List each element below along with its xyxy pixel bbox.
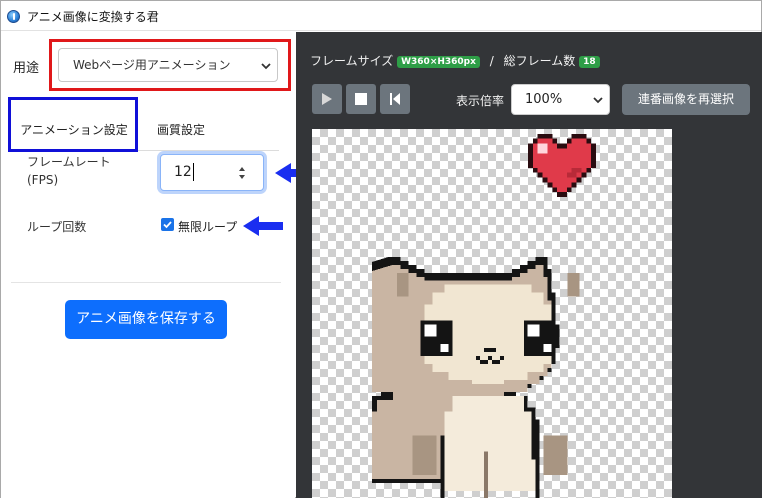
fps-input-value: 12	[174, 164, 192, 180]
step-back-icon	[390, 93, 400, 105]
preview-panel: フレームサイズ W360×H360px / 総フレーム数 18 表示倍率 100…	[296, 32, 762, 498]
total-frames-badge: 18	[579, 56, 600, 68]
app-icon	[7, 10, 20, 23]
spinner-arrows-icon[interactable]	[237, 163, 247, 183]
first-frame-button[interactable]	[380, 84, 410, 114]
usage-label: 用途	[13, 61, 40, 76]
window-title: アニメ画像に変換する君	[27, 10, 159, 24]
frame-info: フレームサイズ W360×H360px / 総フレーム数 18	[310, 52, 600, 69]
cat-sprite	[372, 256, 580, 498]
zoom-select-value: 100%	[525, 92, 563, 107]
settings-panel: 用途 Webページ用アニメーション アニメーション設定 画質設定 フレームレート…	[1, 32, 295, 498]
animation-preview-canvas	[312, 129, 672, 498]
zoom-label: 表示倍率	[456, 94, 505, 108]
loop-count-label: ループ回数	[27, 220, 87, 234]
separator: /	[489, 54, 494, 68]
stop-button[interactable]	[346, 84, 376, 114]
play-button[interactable]	[312, 84, 342, 114]
highlight-box-blue	[8, 97, 138, 152]
save-animation-button[interactable]: アニメ画像を保存する	[65, 300, 227, 339]
title-bar: アニメ画像に変換する君	[1, 1, 761, 31]
divider	[11, 282, 281, 283]
checkmark-icon	[163, 221, 172, 229]
fps-label-line1: フレームレート	[27, 155, 111, 169]
frame-size-label: フレームサイズ	[310, 54, 394, 68]
infinite-loop-label[interactable]: 無限ループ	[178, 218, 237, 235]
infinite-loop-checkbox[interactable]	[161, 218, 174, 231]
reselect-images-button[interactable]: 連番画像を再選択	[622, 84, 750, 115]
frame-size-badge: W360×H360px	[397, 56, 480, 68]
text-caret	[192, 163, 194, 181]
total-frames-label: 総フレーム数	[503, 54, 576, 68]
arrow-left-icon	[243, 216, 283, 236]
chevron-down-icon	[593, 97, 603, 104]
tab-quality-settings[interactable]: 画質設定	[141, 110, 221, 151]
app-window: アニメ画像に変換する君 用途 Webページ用アニメーション アニメーション設定 …	[0, 0, 762, 498]
heart-sprite	[528, 133, 596, 197]
stop-icon	[355, 93, 367, 105]
zoom-select[interactable]: 100%	[511, 84, 610, 115]
fps-label-line2: (FPS)	[27, 173, 59, 187]
fps-label: フレームレート (FPS)	[27, 153, 111, 189]
fps-input[interactable]: 12	[160, 154, 264, 191]
play-icon	[322, 93, 332, 105]
highlight-box-red	[49, 39, 291, 91]
